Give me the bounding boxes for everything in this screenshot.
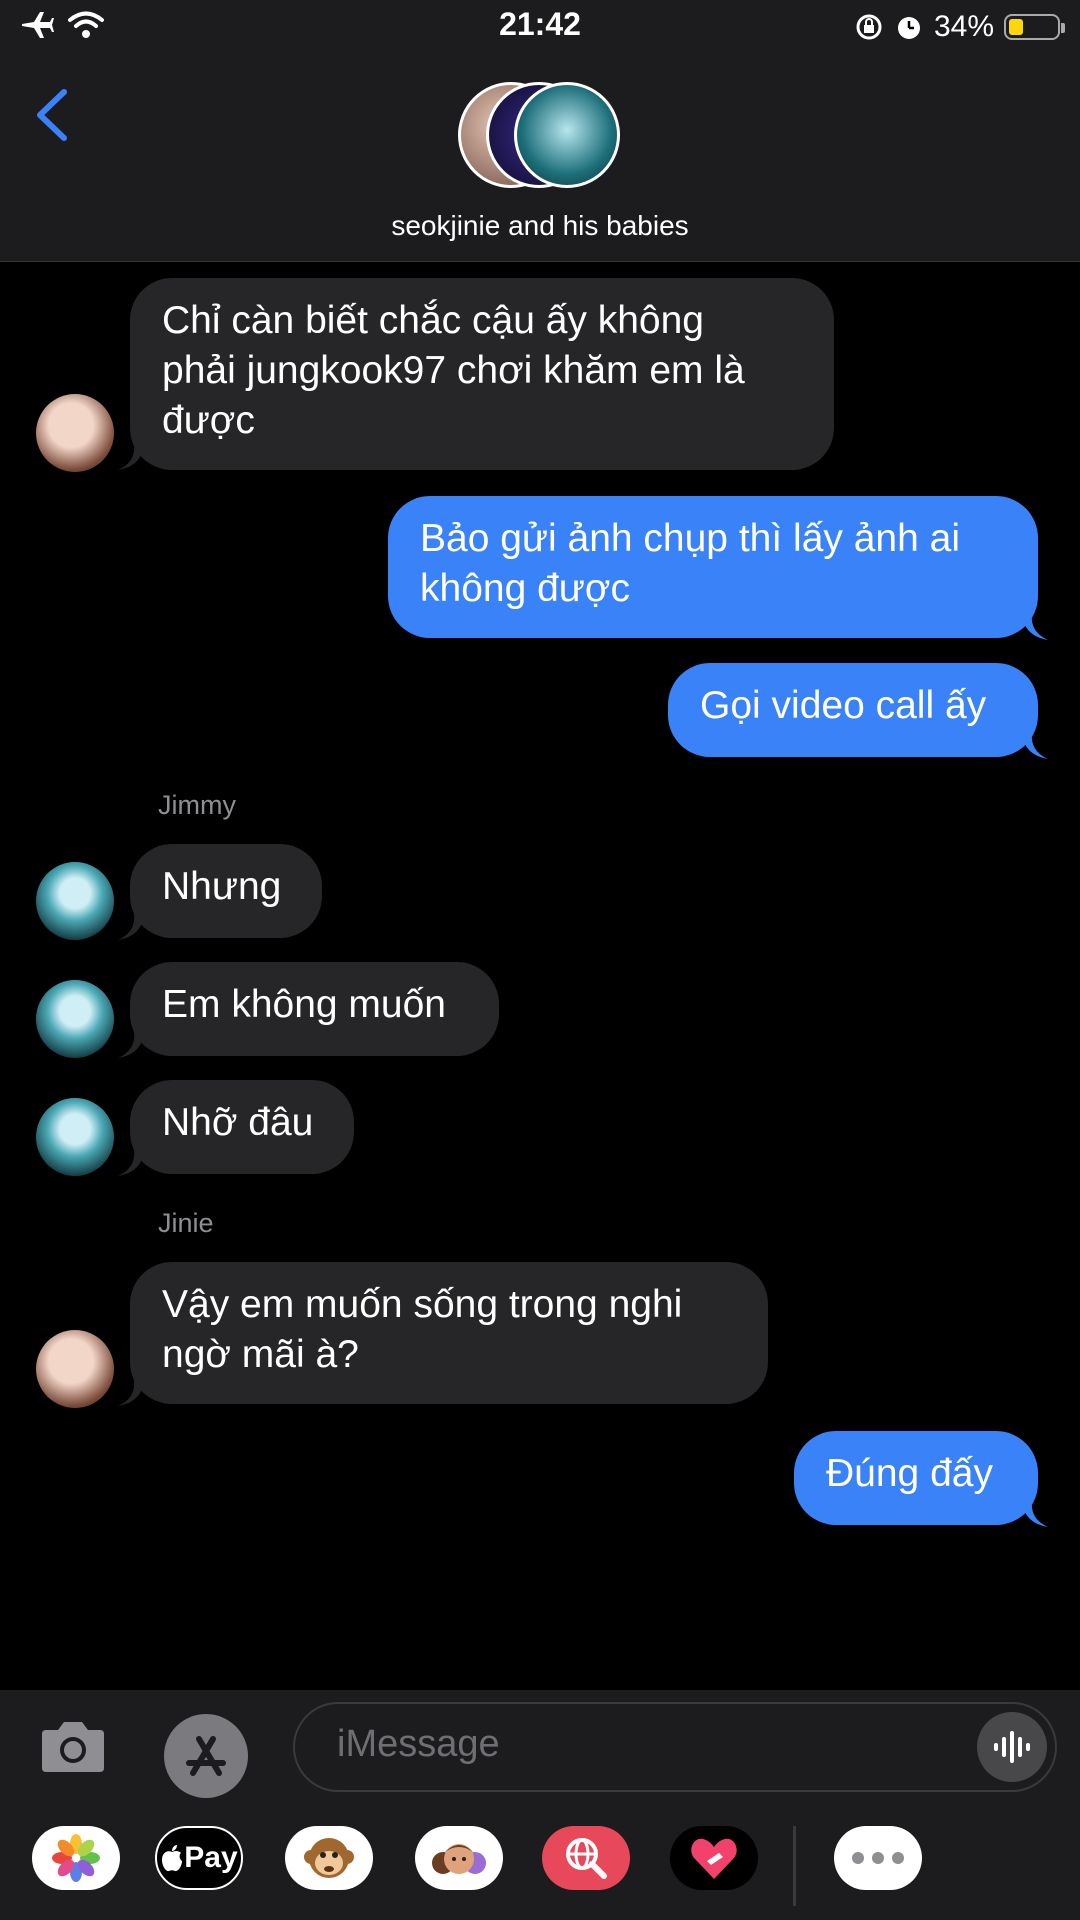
app-tray: Pay <box>0 1826 1080 1920</box>
camera-icon <box>42 1722 104 1772</box>
heart-icon <box>691 1838 737 1879</box>
chevron-left-icon <box>37 89 67 141</box>
bubble-tail <box>1022 1501 1048 1527</box>
contact-avatar-jimmy[interactable] <box>36 980 114 1058</box>
group-avatars[interactable] <box>458 82 623 192</box>
bubble-tail <box>1022 733 1048 759</box>
memoji-icon <box>432 1844 486 1874</box>
animoji-button[interactable] <box>285 1826 373 1890</box>
back-button[interactable] <box>34 88 70 147</box>
contact-avatar-jinie[interactable] <box>36 394 114 472</box>
contact-avatar-jinie[interactable] <box>36 1330 114 1408</box>
message-input-container <box>293 1702 1057 1792</box>
apple-pay-label: Pay <box>184 1841 238 1874</box>
divider <box>793 1826 796 1906</box>
digital-touch-button[interactable] <box>670 1826 758 1890</box>
apple-pay-button[interactable]: Pay <box>155 1826 243 1890</box>
photos-icon <box>52 1834 100 1882</box>
monkey-icon <box>304 1838 354 1878</box>
more-apps-button[interactable] <box>834 1826 922 1890</box>
avatar <box>514 82 620 188</box>
group-name[interactable]: seokjinie and his babies <box>0 210 1080 242</box>
alarm-icon <box>897 17 920 39</box>
bubble-tail <box>1022 614 1048 640</box>
audio-message-button[interactable] <box>977 1712 1047 1782</box>
app-store-icon <box>186 1736 226 1776</box>
sender-name: Jimmy <box>158 790 236 820</box>
ellipsis-icon <box>852 1852 904 1864</box>
image-search-button[interactable] <box>542 1826 630 1890</box>
bubble-tail <box>118 1150 144 1176</box>
camera-button[interactable] <box>40 1716 106 1779</box>
battery-icon <box>1004 14 1065 40</box>
status-bar: 21:42 34% <box>0 0 1080 54</box>
sender-name: Jinie <box>158 1208 214 1238</box>
bubble-tail <box>118 1032 144 1058</box>
bubble-tail <box>118 914 144 940</box>
outgoing-message[interactable]: Đúng đấy <box>794 1431 1038 1525</box>
incoming-message[interactable]: Vậy em muốn sống trong nghi ngờ mãi à? <box>130 1262 768 1404</box>
memoji-button[interactable] <box>415 1826 503 1890</box>
incoming-message[interactable]: Chỉ càn biết chắc cậu ấy không phải jung… <box>130 278 834 470</box>
apple-logo-icon <box>162 1845 183 1872</box>
composer: Pay <box>0 1690 1080 1920</box>
outgoing-message[interactable]: Bảo gửi ảnh chụp thì lấy ảnh ai không đư… <box>388 496 1038 638</box>
waveform-icon <box>994 1731 1030 1763</box>
bubble-tail <box>118 1380 144 1406</box>
orientation-lock-icon <box>856 14 882 40</box>
app-store-button[interactable] <box>164 1714 248 1798</box>
contact-avatar-jimmy[interactable] <box>36 862 114 940</box>
outgoing-message[interactable]: Gọi video call ấy <box>668 663 1038 757</box>
bubble-tail <box>118 444 144 470</box>
photos-app-button[interactable] <box>32 1826 120 1890</box>
incoming-message[interactable]: Nhưng <box>130 844 322 938</box>
incoming-message[interactable]: Nhỡ đâu <box>130 1080 354 1174</box>
incoming-message[interactable]: Em không muốn <box>130 962 499 1056</box>
battery-percentage: 34% <box>933 10 994 43</box>
message-input[interactable] <box>335 1722 939 1767</box>
contact-avatar-jimmy[interactable] <box>36 1098 114 1176</box>
globe-search-icon <box>566 1838 607 1879</box>
